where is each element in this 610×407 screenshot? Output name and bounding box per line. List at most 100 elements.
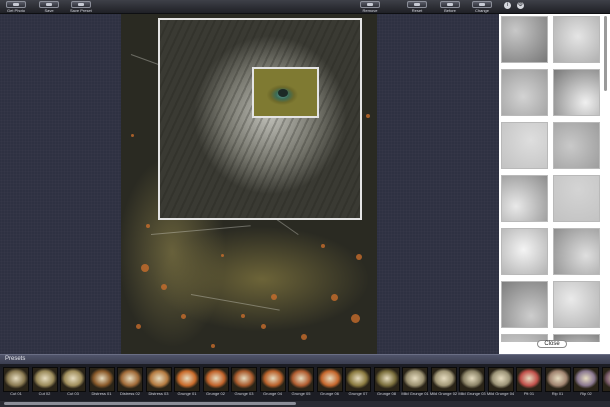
save-button[interactable]: Save: [39, 0, 59, 14]
preset-item[interactable]: Grunge 07: [345, 367, 371, 399]
save-preset-button[interactable]: Save Preset: [70, 0, 92, 14]
preset-item[interactable]: Grunge 02: [202, 367, 229, 399]
preset-label: Distress 02: [119, 392, 140, 396]
before-label: Before: [444, 8, 456, 13]
preset-label: Rip: [600, 392, 610, 396]
preset-thumbnail: [31, 367, 58, 392]
preset-label: Rip 01: [551, 392, 564, 396]
preset-item[interactable]: Mild Grunge 03: [458, 367, 486, 399]
preset-label: Cut 01: [10, 392, 22, 396]
preset-thumbnail: [259, 367, 286, 392]
preset-item[interactable]: Mild Grunge 02: [430, 367, 457, 399]
paint-splat: [321, 244, 325, 248]
paint-splat: [331, 294, 338, 301]
change-button[interactable]: Change: [472, 0, 492, 14]
preset-thumbnail: [117, 367, 143, 392]
preset-label: Grunge 05: [291, 392, 311, 396]
eye-selection-frame[interactable]: [252, 67, 319, 118]
preset-item[interactable]: Distress 02: [117, 367, 143, 399]
save-preset-icon: [70, 1, 91, 8]
preset-item[interactable]: Cut 02: [31, 367, 58, 399]
paint-splat: [141, 264, 149, 272]
preset-thumbnail: [573, 367, 599, 392]
preset-thumbnail: [430, 367, 457, 392]
preset-label: Grunge 02: [206, 392, 225, 396]
photo-icon: [6, 1, 26, 8]
paint-splat: [301, 334, 307, 340]
presets-header: Presets: [0, 354, 610, 364]
scratch-line: [150, 225, 251, 235]
preset-label: Grunge 01: [177, 392, 197, 396]
preset-item[interactable]: Grunge 03: [231, 367, 257, 399]
get-photo-button[interactable]: Get Photo: [6, 0, 26, 14]
preset-label: Grunge 08: [377, 392, 396, 396]
preset-label: Grunge 06: [320, 392, 339, 396]
remove-button[interactable]: Remove: [360, 0, 380, 14]
top-toolbar: Get Photo Save Save Preset Remove Reset …: [0, 0, 610, 14]
texture-tile[interactable]: [553, 175, 600, 222]
reset-button[interactable]: Reset: [407, 0, 427, 14]
preset-thumbnail: [88, 367, 115, 392]
preset-thumbnail: [345, 367, 371, 392]
texture-tile[interactable]: [501, 175, 548, 222]
preset-label: Rip 02: [580, 392, 592, 396]
texture-tile[interactable]: [553, 16, 600, 63]
preset-thumbnail: [60, 367, 86, 392]
preset-thumbnail: [516, 367, 542, 392]
preset-item[interactable]: Mild Grunge 01: [401, 367, 429, 399]
hair-texture: [160, 20, 360, 218]
preset-thumbnail: [145, 367, 172, 392]
preset-item[interactable]: Distress 03: [145, 367, 172, 399]
presets-scroll-thumb[interactable]: [4, 402, 296, 405]
edited-photo[interactable]: [121, 14, 377, 354]
settings-icon[interactable]: ⚙: [517, 2, 524, 9]
texture-tile[interactable]: [501, 228, 548, 275]
eye-pupil: [278, 89, 288, 97]
preset-item[interactable]: Grunge 04: [259, 367, 286, 399]
paint-splat: [351, 314, 360, 323]
preset-item[interactable]: Rip: [600, 367, 610, 399]
before-button[interactable]: Before: [440, 0, 460, 14]
texture-tile[interactable]: [553, 281, 600, 328]
texture-tile[interactable]: [553, 122, 600, 169]
preset-item[interactable]: Cut 01: [3, 367, 29, 399]
reset-icon: [407, 1, 427, 8]
preset-item[interactable]: Grunge 08: [373, 367, 400, 399]
preset-item[interactable]: Grunge 01: [174, 367, 200, 399]
paint-splat: [211, 344, 215, 348]
texture-tile[interactable]: [501, 16, 548, 63]
preset-label: Pit 01: [523, 392, 535, 396]
texture-grid: [501, 16, 602, 342]
texture-tile[interactable]: [553, 69, 600, 116]
scratch-line: [190, 294, 280, 311]
preset-item[interactable]: Pit 01: [516, 367, 542, 399]
paint-splat: [356, 254, 362, 260]
info-icon[interactable]: i: [504, 2, 511, 9]
preset-item[interactable]: Cut 03: [60, 367, 86, 399]
preset-item[interactable]: Distress 01: [88, 367, 115, 399]
preset-item[interactable]: Rip 01: [544, 367, 571, 399]
preset-thumbnail: [174, 367, 200, 392]
preset-thumbnail: [202, 367, 229, 392]
face-selection-frame[interactable]: [158, 18, 362, 220]
preset-item[interactable]: Grunge 06: [316, 367, 343, 399]
texture-scrollbar[interactable]: [604, 16, 607, 91]
texture-tile[interactable]: [553, 228, 600, 275]
texture-panel: Close: [499, 14, 610, 354]
preset-thumbnail: [601, 367, 610, 392]
close-button[interactable]: Close: [537, 340, 567, 348]
get-photo-label: Get Photo: [6, 8, 25, 13]
preset-item[interactable]: Grunge 05: [288, 367, 314, 399]
preset-label: Grunge 04: [263, 392, 282, 396]
presets-scrollbar[interactable]: [0, 401, 610, 407]
preset-thumbnail: [487, 367, 514, 392]
preset-label: Mild Grunge 04: [486, 392, 515, 396]
preset-thumbnail: [316, 367, 343, 392]
texture-tile[interactable]: [501, 69, 548, 116]
preset-item[interactable]: Rip 02: [573, 367, 599, 399]
texture-tile[interactable]: [501, 122, 548, 169]
texture-tile[interactable]: [501, 281, 548, 328]
save-icon: [39, 1, 59, 8]
preset-item[interactable]: Mild Grunge 04: [486, 367, 515, 399]
paint-splat: [146, 224, 150, 228]
